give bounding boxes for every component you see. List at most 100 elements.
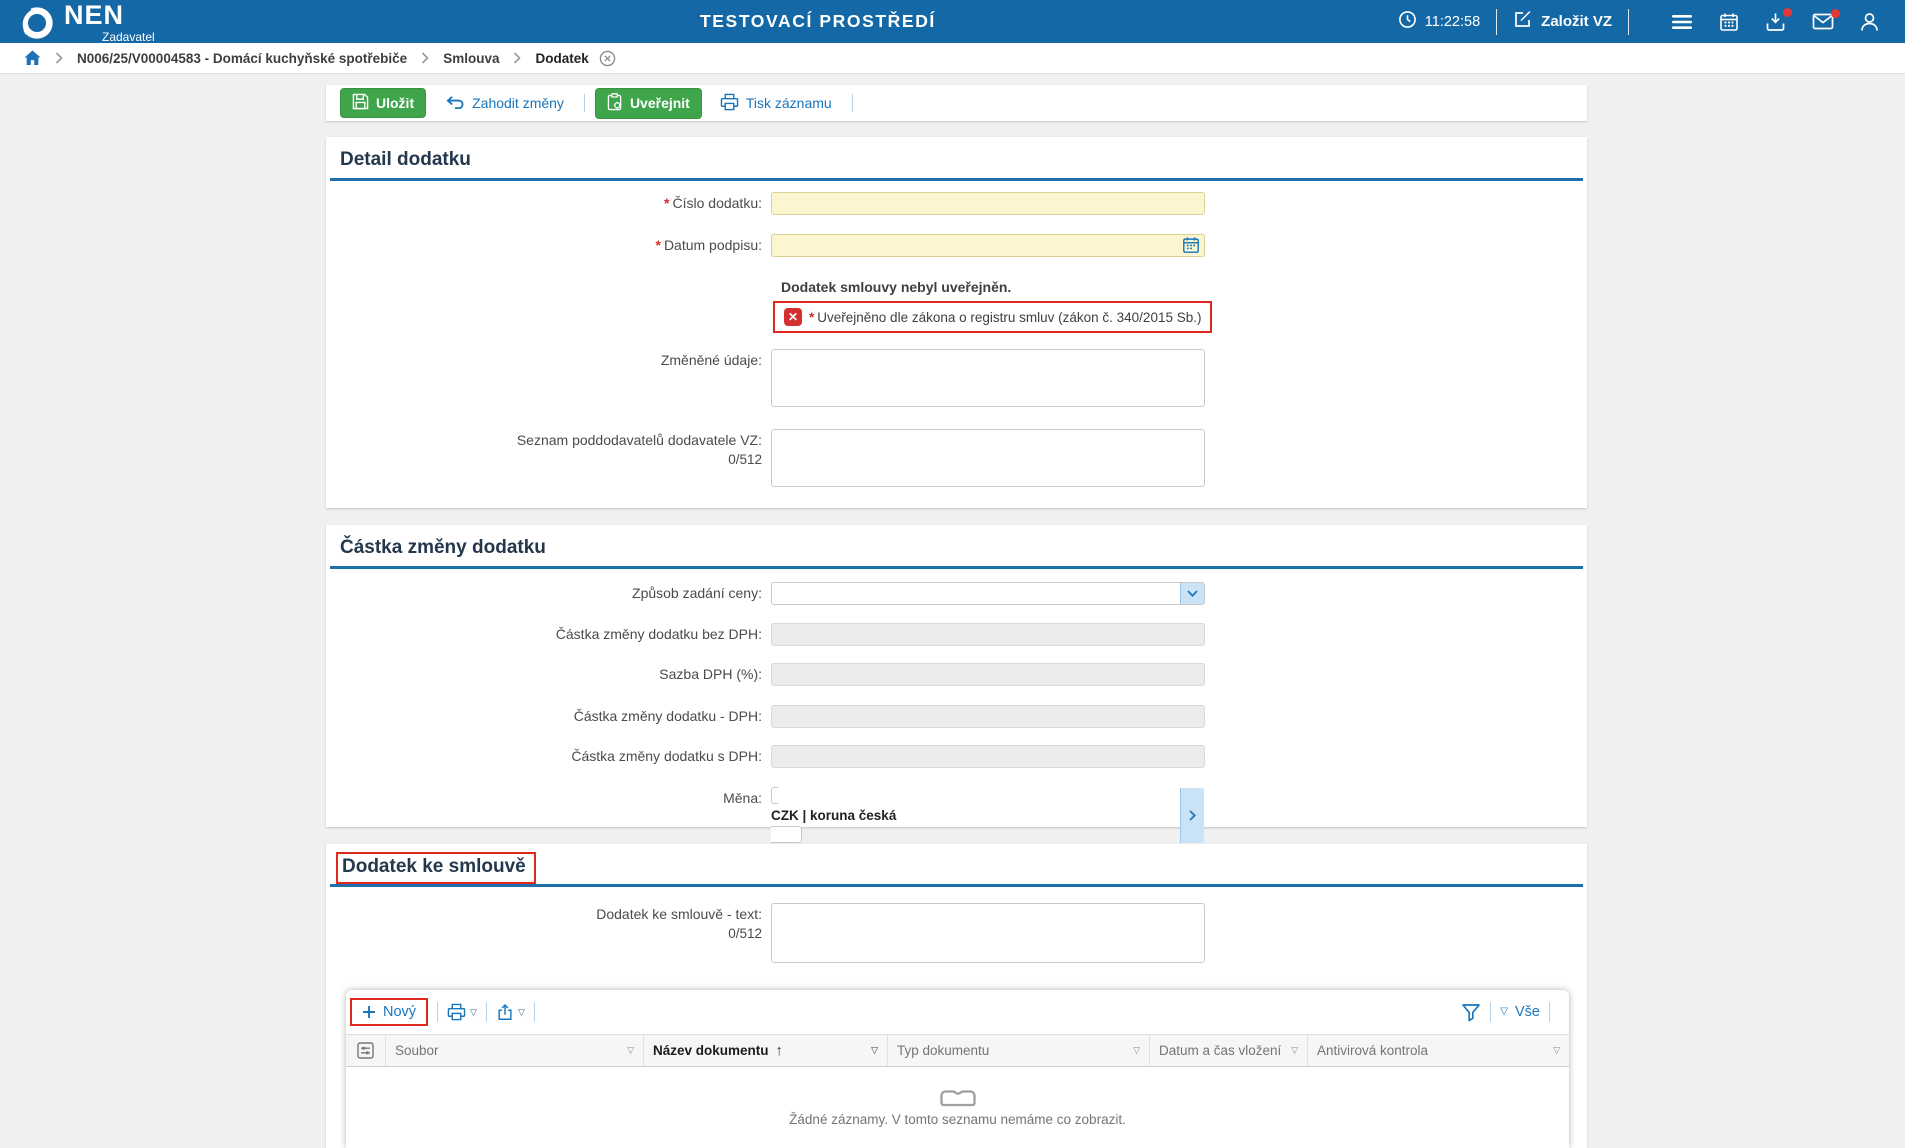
column-filter-icon[interactable]: ▽ <box>1545 1045 1560 1056</box>
save-icon <box>352 93 369 113</box>
discard-changes-label: Zahodit změny <box>472 95 564 111</box>
print-record-label: Tisk záznamu <box>746 95 832 111</box>
nen-application: NEN Zadavatel TESTOVACÍ PROSTŘEDÍ 11:22:… <box>0 0 1905 1148</box>
column-filter-icon[interactable]: ▽ <box>1125 1045 1140 1056</box>
new-document-label: Nový <box>383 1004 416 1020</box>
publish-button[interactable]: Uveřejnit <box>595 88 702 119</box>
save-button[interactable]: Uložit <box>340 88 426 118</box>
breadcrumb-item-smlouva[interactable]: Smlouva <box>443 51 499 66</box>
caret-down-icon[interactable]: ▽ <box>470 1008 477 1017</box>
toolbar-divider <box>1549 1002 1550 1022</box>
grid-toolbar: Nový ▽ ▽ <box>346 990 1569 1034</box>
grid-empty-state: Žádné záznamy. V tomto seznamu nemáme co… <box>346 1067 1569 1147</box>
column-header-antivirova-kontrola[interactable]: Antivirová kontrola ▽ <box>1308 1035 1569 1066</box>
unchecked-x-icon[interactable]: ✕ <box>784 308 802 326</box>
section-dodatek-ke-smlouve: Dodatek ke smlouvě Dodatek ke smlouvě - … <box>326 844 1587 1148</box>
dropdown-chevron-icon[interactable] <box>1180 583 1204 604</box>
mena-field[interactable]: CZK | koruna česká <box>771 787 1205 843</box>
calendar-icon[interactable] <box>1719 12 1739 32</box>
discard-changes-button[interactable]: Zahodit změny <box>438 94 570 113</box>
breadcrumb-item-dodatek[interactable]: Dodatek <box>535 51 588 66</box>
column-header-soubor[interactable]: Soubor ▽ <box>386 1035 644 1066</box>
brand-subtitle: Zadavatel <box>102 30 155 44</box>
user-icon[interactable] <box>1860 12 1879 32</box>
registry-label: *Uveřejněno dle zákona o registru smluv … <box>809 310 1201 325</box>
breadcrumb-item-procurement[interactable]: N006/25/V00004583 - Domácí kuchyňské spo… <box>77 51 407 66</box>
mail-icon[interactable] <box>1812 13 1834 30</box>
seznam-poddodavatelu-textarea[interactable] <box>771 429 1205 487</box>
nen-logo[interactable]: NEN Zadavatel <box>18 2 155 47</box>
publish-label: Uveřejnit <box>630 95 690 111</box>
not-published-note: Dodatek smlouvy nebyl uveřejněn. <box>781 279 1011 295</box>
export-button[interactable]: ▽ <box>496 1003 525 1022</box>
chevron-right-icon <box>421 52 429 64</box>
column-settings-button[interactable] <box>346 1035 386 1066</box>
toolbar-divider <box>1490 1002 1491 1022</box>
print-list-button[interactable]: ▽ <box>447 1003 477 1021</box>
downloads-icon[interactable] <box>1765 12 1786 32</box>
column-filter-icon[interactable]: ▽ <box>863 1045 878 1056</box>
bez-dph-input <box>771 623 1205 646</box>
annotation-highlight: Dodatek ke smlouvě <box>336 852 536 884</box>
section-title: Detail dodatku <box>326 137 1587 178</box>
field-row-zmenene-udaje: Změněné údaje: <box>326 349 1205 407</box>
export-icon <box>496 1003 514 1022</box>
lookup-chevron-icon[interactable] <box>1180 788 1204 843</box>
new-vz-button[interactable]: Založit VZ <box>1513 9 1612 34</box>
menu-icon[interactable] <box>1671 13 1693 31</box>
zmenene-udaje-textarea[interactable] <box>771 349 1205 407</box>
show-all-button[interactable]: ▽ Vše <box>1500 1004 1540 1020</box>
column-filter-icon[interactable]: ▽ <box>619 1045 634 1056</box>
field-row-sazba-dph: Sazba DPH (%): <box>326 663 1205 686</box>
caret-down-icon[interactable]: ▽ <box>518 1008 525 1017</box>
datum-podpisu-input[interactable] <box>771 234 1205 257</box>
section-underline <box>330 884 1583 887</box>
grid-header-row: Soubor ▽ Název dokumentu ↑ ▽ Typ dokumen… <box>346 1034 1569 1067</box>
mena-label: Měna: <box>326 787 771 810</box>
breadcrumb: N006/25/V00004583 - Domácí kuchyňské spo… <box>0 43 1905 74</box>
zmenene-udaje-label: Změněné údaje: <box>326 349 771 372</box>
chevron-right-icon <box>513 52 521 64</box>
field-row-seznam-poddodavatelu: Seznam poddodavatelů dodavatele VZ: 0/51… <box>326 429 1205 487</box>
header-actions: 11:22:58 Založit VZ <box>1398 0 1879 43</box>
filter-button[interactable] <box>1461 1003 1481 1022</box>
column-filter-icon[interactable]: ▽ <box>1283 1045 1298 1056</box>
required-mark: * <box>664 195 669 211</box>
s-dph-input <box>771 745 1205 768</box>
clock-group: 11:22:58 <box>1398 10 1480 34</box>
annotation-highlight: Nový <box>350 998 428 1026</box>
home-icon[interactable] <box>24 50 41 66</box>
registry-checkbox-row: ✕ *Uveřejněno dle zákona o registru smlu… <box>773 301 1212 333</box>
toolbar-divider <box>486 1002 487 1022</box>
printer-icon <box>720 93 739 114</box>
printer-icon <box>447 1003 466 1021</box>
required-mark: * <box>655 237 660 253</box>
sazba-dph-input <box>771 663 1205 686</box>
toolbar-divider <box>852 94 853 112</box>
cislo-dodatku-input[interactable] <box>771 192 1205 215</box>
column-header-nazev-dokumentu[interactable]: Název dokumentu ↑ ▽ <box>644 1035 888 1066</box>
show-all-label: Vše <box>1515 1004 1540 1020</box>
header-divider <box>1496 9 1497 35</box>
publish-icon <box>607 93 623 114</box>
save-label: Uložit <box>376 95 414 111</box>
toolbar-divider <box>534 1002 535 1022</box>
new-document-button[interactable]: Nový <box>352 1000 426 1024</box>
section-title: Částka změny dodatku <box>326 525 1587 566</box>
cislo-dodatku-label: *Číslo dodatku: <box>326 192 771 215</box>
section-underline <box>330 566 1583 569</box>
header-divider <box>1628 9 1629 35</box>
column-header-typ-dokumentu[interactable]: Typ dokumentu ▽ <box>888 1035 1150 1066</box>
datepicker-icon[interactable] <box>1182 236 1200 254</box>
column-header-datum-vlozeni[interactable]: Datum a čas vložení ▽ <box>1150 1035 1308 1066</box>
edit-icon <box>1513 9 1533 34</box>
clock-icon <box>1398 10 1417 34</box>
section-underline <box>330 178 1583 181</box>
print-record-button[interactable]: Tisk záznamu <box>714 92 838 115</box>
dodatek-text-textarea[interactable] <box>771 903 1205 963</box>
toolbar-divider <box>437 1002 438 1022</box>
brand-name: NEN <box>64 0 124 30</box>
close-tab-icon[interactable] <box>599 50 616 67</box>
plus-icon <box>362 1005 376 1019</box>
zpusob-zadani-select[interactable] <box>771 582 1205 605</box>
